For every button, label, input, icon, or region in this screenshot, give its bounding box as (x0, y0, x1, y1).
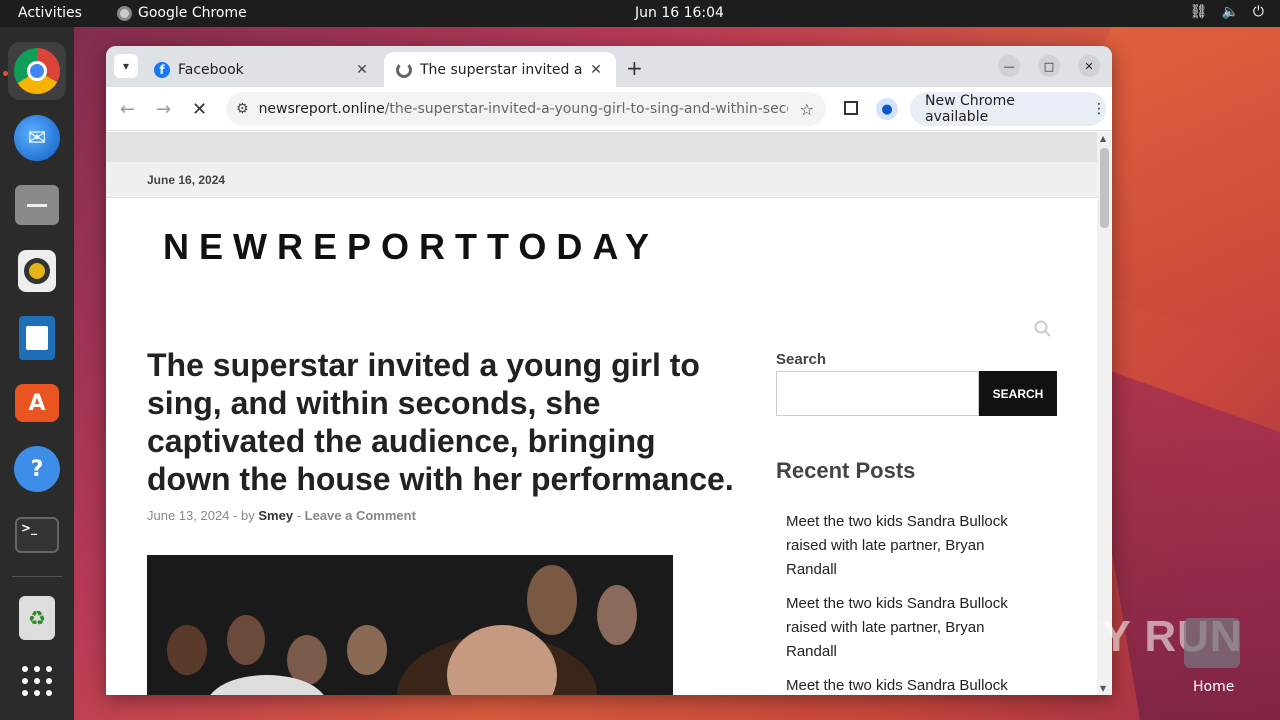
search-label: Search (776, 351, 827, 368)
scroll-up-icon[interactable]: ▲ (1100, 134, 1106, 143)
url-path: /the-superstar-invited-a-young-girl-to-s… (384, 101, 788, 117)
volume-icon: 🔈 (1221, 4, 1239, 20)
new-tab-button[interactable]: + (626, 56, 643, 80)
side-panel-icon[interactable] (844, 101, 858, 115)
back-button[interactable]: ← (120, 99, 135, 120)
by-label: by (241, 508, 255, 523)
close-icon[interactable]: ✕ (352, 62, 372, 78)
close-window-button[interactable]: ✕ (1078, 55, 1100, 77)
search-input[interactable] (776, 371, 979, 416)
dock-chrome[interactable] (8, 42, 66, 100)
dock-show-apps[interactable] (8, 652, 66, 710)
article-image (147, 555, 673, 695)
site-info-icon[interactable]: ⚙ (236, 101, 249, 117)
page-scrollbar[interactable]: ▲ ▼ (1097, 132, 1112, 695)
tab-title: Facebook (178, 61, 244, 78)
scroll-down-icon[interactable]: ▼ (1100, 684, 1106, 693)
minimize-button[interactable]: — (998, 55, 1020, 77)
bookmark-star-icon[interactable]: ☆ (800, 100, 814, 119)
tab-search-button[interactable]: ▾ (114, 54, 138, 78)
search-button[interactable]: SEARCH (979, 371, 1057, 416)
tab-title: The superstar invited a y (420, 61, 586, 78)
article-author[interactable]: Smey (258, 508, 293, 523)
browser-toolbar: ← → ✕ ⚙ newsreport.online/the-superstar-… (106, 87, 1112, 131)
date-bar: June 16, 2024 (106, 162, 1097, 198)
top-strip (106, 132, 1097, 162)
dock: ✉ A ? >_ ♻ (0, 27, 74, 720)
current-date: June 16, 2024 (147, 173, 226, 187)
new-chrome-button[interactable]: New Chrome available ⋮ (910, 92, 1106, 126)
clock[interactable]: Jun 16 16:04 (635, 5, 724, 21)
dock-rhythmbox[interactable] (8, 242, 66, 300)
facebook-icon: f (154, 61, 170, 78)
chrome-window: ▾ f Facebook ✕ The superstar invited a y… (106, 46, 1112, 695)
search-icon[interactable] (1034, 320, 1052, 338)
app-center-icon: A (15, 384, 59, 422)
recent-post-link[interactable]: Meet the two kids Sandra Bullock raised … (786, 510, 1036, 582)
meta-separator: - (296, 508, 302, 523)
leave-comment-link[interactable]: Leave a Comment (305, 508, 416, 523)
recent-post-link[interactable]: Meet the two kids Sandra Bullock (786, 674, 1036, 695)
help-icon: ? (14, 446, 60, 492)
dock-writer[interactable] (8, 309, 66, 367)
trash-icon: ♻ (19, 596, 55, 640)
tab-facebook[interactable]: f Facebook ✕ (142, 52, 382, 87)
web-page: June 16, 2024 NEWREPORTTODAY The superst… (106, 132, 1097, 695)
chrome-icon (117, 5, 132, 21)
power-icon: ⏻ (1252, 4, 1264, 20)
forward-button[interactable]: → (156, 99, 171, 120)
network-icon: ⛓ (1189, 4, 1208, 20)
maximize-button[interactable]: □ (1038, 55, 1060, 77)
app-menu[interactable]: Google Chrome (117, 5, 247, 21)
article-meta: June 13, 2024 - by Smey - Leave a Commen… (147, 508, 416, 523)
recent-post-link[interactable]: Meet the two kids Sandra Bullock raised … (786, 592, 1036, 664)
rhythmbox-icon (18, 250, 56, 292)
article-title: The superstar invited a young girl to si… (147, 347, 734, 497)
files-icon (15, 185, 59, 225)
dock-app-center[interactable]: A (8, 374, 66, 432)
tab-strip: ▾ f Facebook ✕ The superstar invited a y… (106, 46, 1112, 87)
chrome-icon (14, 48, 60, 94)
url-domain: newsreport.online (258, 101, 385, 117)
new-chrome-label: New Chrome available (925, 93, 1015, 125)
more-menu-icon[interactable]: ⋮ (1092, 101, 1106, 117)
dock-separator (12, 576, 62, 577)
home-folder-icon[interactable] (1184, 618, 1240, 668)
site-title[interactable]: NEWREPORTTODAY (163, 226, 659, 268)
profile-icon[interactable]: ● (876, 98, 898, 120)
app-name: Google Chrome (138, 5, 247, 21)
article-date[interactable]: June 13, 2024 (147, 508, 229, 523)
activities-button[interactable]: Activities (18, 5, 82, 21)
writer-icon (19, 316, 55, 360)
scroll-thumb[interactable] (1100, 148, 1109, 228)
top-bar: Activities Google Chrome Jun 16 16:04 ⛓ … (0, 0, 1280, 27)
tab-article[interactable]: The superstar invited a y ✕ (384, 52, 616, 87)
dock-trash[interactable]: ♻ (8, 589, 66, 647)
chevron-down-icon: ▾ (122, 59, 130, 73)
loading-icon (396, 61, 412, 78)
stop-button[interactable]: ✕ (192, 99, 207, 120)
close-icon[interactable]: ✕ (586, 62, 606, 78)
dock-thunderbird[interactable]: ✉ (8, 109, 66, 167)
address-bar[interactable]: ⚙ newsreport.online/the-superstar-invite… (226, 92, 826, 126)
terminal-icon: >_ (15, 517, 59, 553)
dock-files[interactable] (8, 176, 66, 234)
home-label: Home (1193, 679, 1235, 695)
url-text: newsreport.online/the-superstar-invited-… (259, 101, 788, 117)
grid-icon (22, 666, 52, 696)
dock-help[interactable]: ? (8, 440, 66, 498)
recent-posts-heading: Recent Posts (776, 458, 916, 483)
system-tray[interactable]: ⛓ 🔈 ⏻ (1190, 4, 1264, 20)
thunderbird-icon: ✉ (14, 115, 60, 161)
meta-separator: - (233, 508, 238, 523)
dock-terminal[interactable]: >_ (8, 506, 66, 564)
